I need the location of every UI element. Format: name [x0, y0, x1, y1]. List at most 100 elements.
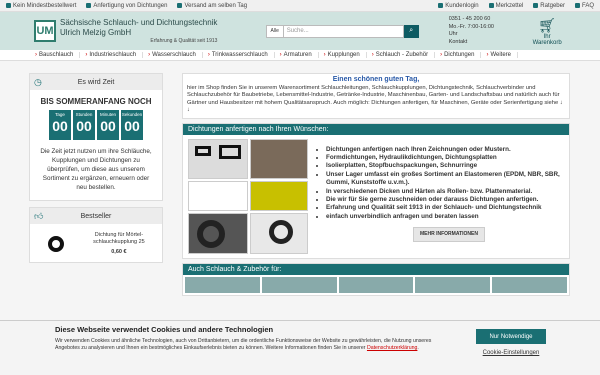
countdown-unit: Tage 00 — [49, 110, 71, 140]
gasket-photo — [188, 180, 248, 211]
category-image[interactable] — [492, 276, 567, 293]
nav-item[interactable]: Bauschlauch — [30, 52, 81, 58]
faq-link[interactable]: FAQ — [574, 2, 594, 9]
search-button[interactable]: ⌕ — [403, 24, 419, 38]
product-info: Dichtung für Mörtel-schlauchkupplung 25 … — [80, 232, 158, 256]
nav-item[interactable]: Kupplungen — [319, 52, 367, 58]
heart-icon — [488, 3, 494, 8]
nav-item[interactable]: Weitere — [481, 52, 519, 58]
product-price: 0,60 € — [111, 249, 127, 255]
merkzettel-link[interactable]: Merkzettel — [488, 2, 524, 9]
privacy-link[interactable]: Datenschutzerklärung — [367, 345, 417, 351]
cart-button[interactable]: 🛒︎ Ihr Warenkorb — [528, 17, 566, 46]
product-image — [48, 236, 64, 252]
gasket-photo — [250, 180, 308, 211]
search-input[interactable]: Suche... — [283, 24, 404, 38]
company-name-2: Ulrich Melzig GmbH — [60, 28, 132, 37]
section-header: Auch Schlauch & Zubehör für: — [183, 263, 569, 275]
contact-link[interactable]: Kontakt — [449, 39, 505, 47]
feature-item: Formdichtungen, Hydraulikdichtungen, Dic… — [326, 154, 564, 162]
search-icon: ⌕ — [409, 27, 414, 34]
topbar-info-label: Versand am selben Tag — [184, 2, 248, 9]
nav-item[interactable]: Wasserschlauch — [143, 52, 203, 58]
topbar-info-label: Anfertigung von Dichtungen — [93, 2, 168, 9]
countdown-unit: Minuten 00 — [97, 110, 119, 140]
topbar-info-2: Anfertigung von Dichtungen — [86, 3, 167, 9]
truck-icon — [177, 3, 183, 8]
category-image[interactable] — [261, 276, 337, 293]
main-nav: Bauschlauch Industrieschlauch Wasserschl… — [0, 50, 600, 61]
feature-item: einfach unverbindlich anfragen und berat… — [326, 213, 564, 221]
schlauch-section: Auch Schlauch & Zubehör für: — [182, 262, 570, 296]
countdown-text: Die Zeit jetzt nutzen um ihre Schläuche,… — [40, 148, 152, 191]
section-header: Dichtungen anfertigen nach Ihren Wünsche… — [183, 123, 569, 135]
unit-value: 00 — [52, 118, 68, 134]
gasket-photo — [250, 138, 308, 179]
link-label: FAQ — [581, 2, 594, 9]
greeting-title: Einen schönen guten Tag, — [332, 76, 420, 83]
top-bar: Kein Mindestbestellwert Anfertigung von … — [0, 0, 600, 12]
nav-item[interactable]: Industrieschlauch — [80, 52, 144, 58]
feature-item: Die wir für Sie gerne zuschneiden oder d… — [326, 196, 564, 204]
tagline: Erfahrung & Qualität seit 1913 — [150, 38, 218, 44]
countdown-card: ◷ Es wird Zeit BIS SOMMERANFANG NOCH Tage… — [29, 73, 163, 201]
user-icon — [438, 3, 444, 8]
nav-item[interactable]: Trinkwasserschlauch — [203, 52, 275, 58]
nav-item[interactable]: Dichtungen — [435, 52, 482, 58]
unit-label: Stunden — [75, 112, 93, 117]
company-name-1: Sächsische Schlauch- und Dichtungstechni… — [60, 18, 218, 27]
info-icon — [86, 3, 92, 8]
feature-item: Isolierplatten, Stopfbuchspackungen, Sch… — [326, 162, 564, 170]
company-logo[interactable]: UM Sächsische Schlauch- und Dichtungstec… — [34, 18, 256, 44]
nav-item[interactable]: Schlauch - Zubehör — [367, 52, 436, 58]
unit-value: 00 — [76, 118, 92, 134]
cart-label: Ihr Warenkorb — [532, 33, 562, 46]
link-label: Merkzettel — [495, 2, 524, 9]
search-bar: Alle Suche... ⌕ — [265, 24, 419, 38]
gasket-photo — [188, 212, 248, 254]
link-label: Kundenlogin — [445, 2, 479, 9]
ratgeber-link[interactable]: Ratgeber — [533, 3, 565, 9]
contact-info: 0351 - 45 200 60 Mo.-Fr. 7:00-16:00 Uhr … — [449, 16, 505, 46]
bestseller-header: 👍︎ Bestseller — [30, 208, 162, 224]
countdown-title: BIS SOMMERANFANG NOCH — [40, 97, 152, 106]
question-icon — [574, 3, 580, 8]
section-body: Dichtungen anfertigen nach Ihren Zeichnu… — [183, 135, 569, 258]
product-name: Dichtung für Mörtel-schlauchkupplung 25 — [93, 232, 145, 245]
topbar-info-label: Kein Mindestbestellwert — [13, 2, 77, 9]
info-icon — [6, 3, 11, 8]
cookie-settings-link[interactable]: Cookie-Einstellungen — [476, 350, 546, 356]
cookie-text: Wir verwenden Cookies und ähnliche Techn… — [55, 338, 432, 351]
category-image[interactable] — [415, 276, 491, 293]
clock-icon: ◷ — [34, 77, 42, 87]
countdown-timer: Tage 00 Stunden 00 Minuten 00 Sekunden 00 — [30, 110, 162, 140]
category-image[interactable] — [185, 276, 260, 293]
main-content: Einen schönen guten Tag, hier im Shop fi… — [182, 73, 570, 296]
dichtungen-section: Dichtungen anfertigen nach Ihren Wünsche… — [182, 122, 570, 259]
bestseller-product[interactable]: Dichtung für Mörtel-schlauchkupplung 25 … — [30, 224, 162, 262]
feature-list: Dichtungen anfertigen nach Ihren Zeichnu… — [308, 139, 564, 254]
phone: 0351 - 45 200 60 — [448, 16, 491, 22]
unit-label: Tage — [55, 112, 65, 117]
cookie-title: Diese Webseite verwendet Cookies und and… — [55, 325, 274, 334]
book-icon — [533, 3, 539, 8]
category-image[interactable] — [338, 276, 414, 293]
logo-mark: UM — [34, 20, 56, 42]
feature-item: Erfahrung und Qualität seit 1913 in der … — [326, 204, 564, 212]
logo-text: Sächsische Schlauch- und Dichtungstechni… — [60, 18, 217, 44]
search-scope-select[interactable]: Alle — [265, 24, 284, 38]
more-info-button[interactable]: MEHR INFORMATIONEN — [413, 227, 485, 242]
unit-value: 00 — [124, 118, 140, 134]
accept-necessary-button[interactable]: Nur Notwendige — [476, 329, 546, 344]
topbar-info-1: Kein Mindestbestellwert — [6, 3, 76, 9]
left-sidebar: ◷ Es wird Zeit BIS SOMMERANFANG NOCH Tage… — [29, 73, 163, 269]
kundenlogin-link[interactable]: Kundenlogin — [438, 2, 479, 9]
header: UM Sächsische Schlauch- und Dichtungstec… — [0, 12, 600, 50]
unit-label: Sekunden — [121, 112, 143, 117]
unit-value: 00 — [100, 118, 116, 134]
topbar-info-3: Versand am selben Tag — [177, 3, 247, 9]
greeting-text: hier im Shop finden Sie in unserem Waren… — [187, 84, 563, 114]
nav-item[interactable]: Armaturen — [275, 52, 319, 58]
unit-label: Minuten — [99, 112, 116, 117]
gasket-photo — [250, 212, 308, 254]
